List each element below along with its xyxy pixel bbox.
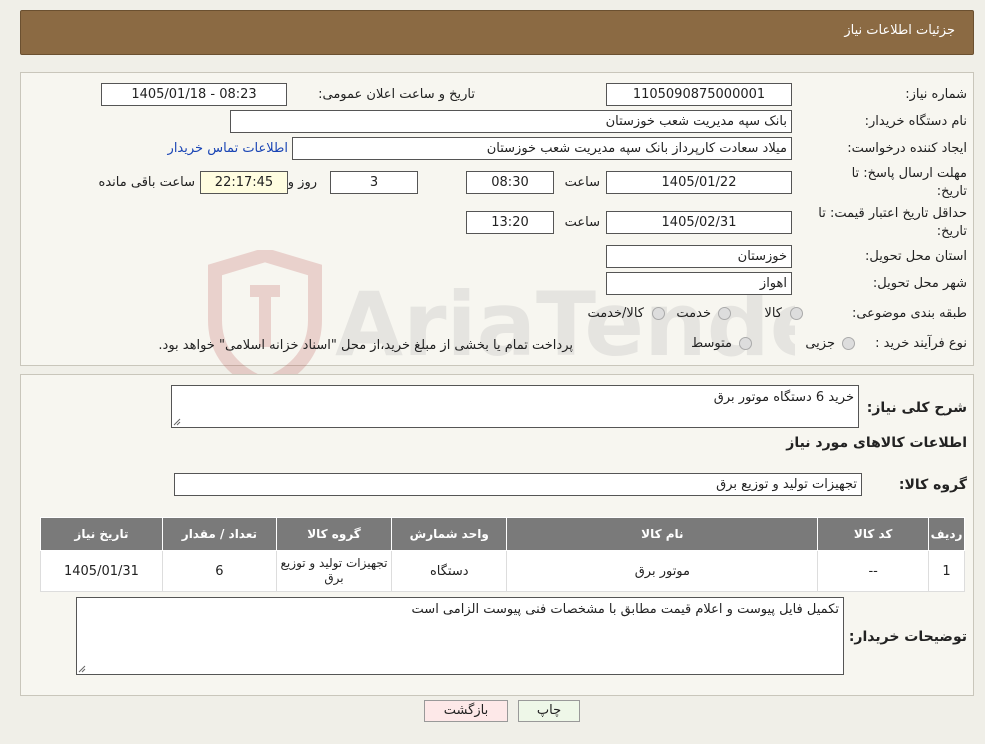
need-number-label: شماره نیاز: bbox=[905, 87, 967, 102]
cell-row: 1 bbox=[928, 550, 965, 592]
cell-qty: 6 bbox=[161, 550, 277, 592]
category-label: طبقه بندی موضوعی: bbox=[851, 306, 967, 321]
process-option-minor: جزیی bbox=[805, 336, 835, 351]
process-radio-medium[interactable] bbox=[739, 337, 752, 350]
deadline-date-field[interactable]: 1405/01/22 bbox=[606, 171, 792, 194]
validity-time-label: ساعت bbox=[564, 215, 600, 230]
deadline-time-label: ساعت bbox=[564, 175, 600, 190]
category-option-service: خدمت bbox=[676, 306, 711, 321]
need-number-field[interactable]: 1105090875000001 bbox=[606, 83, 792, 106]
deadline-date-label: تاریخ: bbox=[936, 184, 967, 199]
province-field[interactable]: خوزستان bbox=[606, 245, 792, 268]
table-row[interactable]: 1 -- موتور برق دستگاه تجهیزات تولید و تو… bbox=[40, 550, 965, 592]
print-button[interactable]: چاپ bbox=[518, 700, 580, 722]
items-table: ردیف کد کالا نام کالا واحد شمارش گروه کا… bbox=[40, 517, 965, 592]
buyer-org-field[interactable]: بانک سپه مدیریت شعب خوزستان bbox=[230, 110, 792, 133]
category-radio-goods-service[interactable] bbox=[652, 307, 665, 320]
process-radio-minor[interactable] bbox=[842, 337, 855, 350]
page-title: جزئیات اطلاعات نیاز bbox=[844, 23, 955, 38]
items-section-title: اطلاعات کالاهای مورد نیاز bbox=[786, 435, 967, 451]
city-field[interactable]: اهواز bbox=[606, 272, 792, 295]
cell-code: -- bbox=[817, 550, 930, 592]
process-label: نوع فرآیند خرید : bbox=[875, 336, 967, 351]
col-code: کد کالا bbox=[817, 517, 930, 551]
cell-name: موتور برق bbox=[506, 550, 819, 592]
category-radio-service[interactable] bbox=[718, 307, 731, 320]
col-qty: تعداد / مقدار bbox=[161, 517, 277, 551]
remaining-time-field: 22:17:45 bbox=[200, 171, 288, 194]
category-option-goods-service: کالا/خدمت bbox=[587, 306, 644, 321]
col-row: ردیف bbox=[928, 517, 965, 551]
notes-resize-handle-icon[interactable] bbox=[78, 665, 86, 673]
cell-unit: دستگاه bbox=[391, 550, 508, 592]
process-note: پرداخت تمام یا بخشی از مبلغ خرید،از محل … bbox=[158, 338, 573, 353]
back-button[interactable]: بازگشت bbox=[424, 700, 508, 722]
category-option-goods: کالا bbox=[764, 306, 782, 321]
group-field[interactable]: تجهیزات تولید و توزیع برق bbox=[174, 473, 862, 496]
col-group: گروه کالا bbox=[275, 517, 393, 551]
cell-group: تجهیزات تولید و توزیع برق bbox=[275, 550, 393, 592]
cell-date: 1405/01/31 bbox=[40, 550, 163, 592]
province-label: استان محل تحویل: bbox=[865, 249, 967, 264]
category-radio-goods[interactable] bbox=[790, 307, 803, 320]
validity-time-field[interactable]: 13:20 bbox=[466, 211, 554, 234]
group-label: گروه کالا: bbox=[898, 477, 967, 493]
city-label: شهر محل تحویل: bbox=[872, 276, 967, 291]
summary-textarea[interactable]: خرید 6 دستگاه موتور برق bbox=[171, 385, 859, 428]
col-unit: واحد شمارش bbox=[391, 517, 508, 551]
page-header: جزئیات اطلاعات نیاز bbox=[20, 10, 974, 55]
days-label: روز و bbox=[287, 175, 317, 190]
creator-label: ایجاد کننده درخواست: bbox=[847, 141, 967, 156]
process-option-medium: متوسط bbox=[691, 336, 732, 351]
announce-label: تاریخ و ساعت اعلان عمومی: bbox=[318, 87, 475, 102]
buyer-org-label: نام دستگاه خریدار: bbox=[864, 114, 967, 129]
summary-label: شرح کلی نیاز: bbox=[866, 400, 967, 416]
deadline-label: مهلت ارسال پاسخ: تا bbox=[851, 166, 967, 181]
validity-label: حداقل تاریخ اعتبار قیمت: تا bbox=[818, 206, 967, 221]
validity-date-field[interactable]: 1405/02/31 bbox=[606, 211, 792, 234]
deadline-time-field[interactable]: 08:30 bbox=[466, 171, 554, 194]
days-remaining-field[interactable]: 3 bbox=[330, 171, 418, 194]
announce-datetime-field[interactable]: 1405/01/18 - 08:23 bbox=[101, 83, 287, 106]
table-header-row: ردیف کد کالا نام کالا واحد شمارش گروه کا… bbox=[40, 517, 965, 551]
remaining-label: ساعت باقی مانده bbox=[98, 175, 195, 190]
notes-textarea[interactable]: تکمیل فایل پیوست و اعلام قیمت مطابق با م… bbox=[76, 597, 844, 675]
col-name: نام کالا bbox=[506, 517, 819, 551]
validity-date-label: تاریخ: bbox=[936, 224, 967, 239]
resize-handle-icon[interactable] bbox=[173, 418, 181, 426]
notes-label: توضیحات خریدار: bbox=[848, 629, 967, 645]
col-date: تاریخ نیاز bbox=[40, 517, 163, 551]
creator-field[interactable]: میلاد سعادت کارپرداز بانک سپه مدیریت شعب… bbox=[292, 137, 792, 160]
buyer-contact-link[interactable]: اطلاعات تماس خریدار bbox=[168, 141, 288, 156]
